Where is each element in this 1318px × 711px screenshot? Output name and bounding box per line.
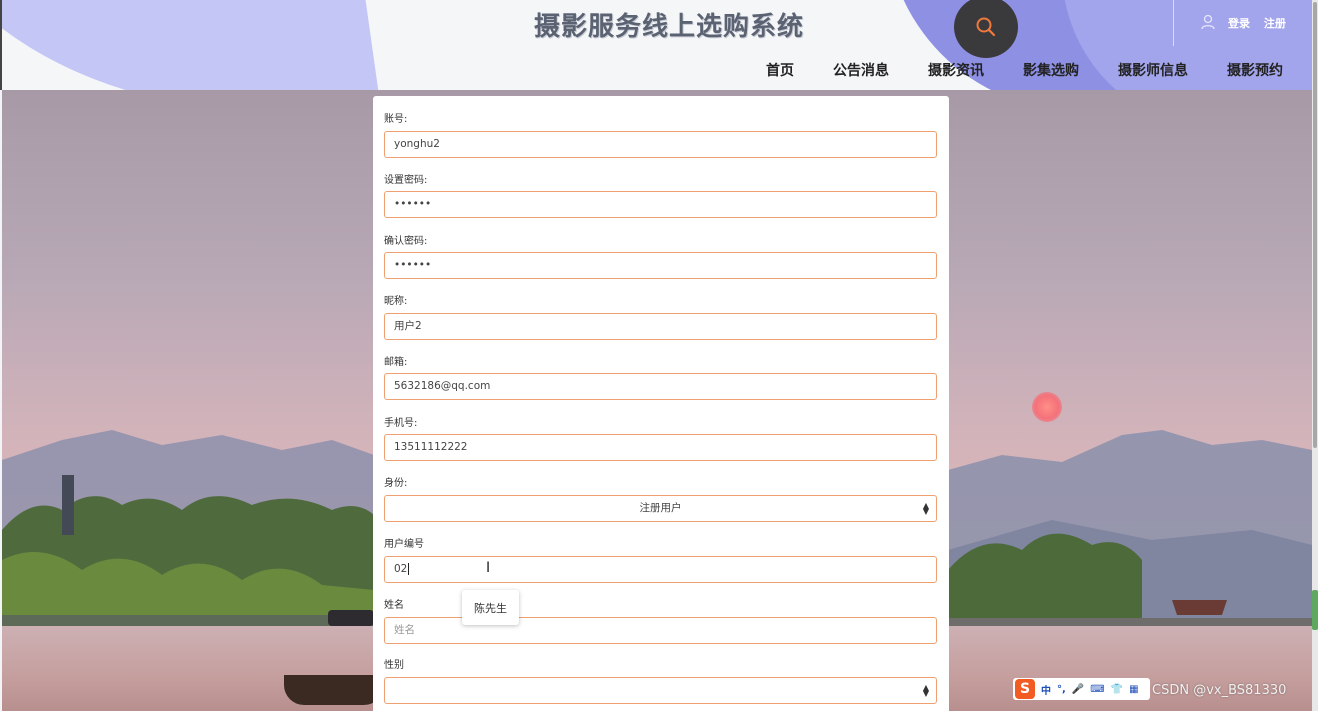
ime-microphone-icon[interactable]: 🎤 [1072, 684, 1084, 695]
email-input[interactable]: 5632186@qq.com [384, 373, 937, 400]
password-label: 设置密码: [384, 175, 428, 186]
ime-toolbox-icon[interactable]: ▦ [1129, 684, 1138, 695]
autocomplete-suggestion[interactable]: 陈先生 [462, 590, 519, 625]
role-select[interactable]: 注册用户 ▲ ▼ [384, 495, 937, 522]
nav-item-albums[interactable]: 影集选购 [1023, 60, 1079, 80]
nickname-label: 昵称: [384, 296, 408, 307]
user-number-label: 用户编号 [384, 539, 424, 550]
confirm-password-input[interactable]: •••••• [384, 252, 937, 279]
select-updown-icon: ▲ ▼ [922, 501, 929, 516]
header-divider [1173, 0, 1174, 46]
site-title: 摄影服务线上选购系统 [534, 12, 805, 42]
text-caret [408, 563, 410, 575]
ime-chinese-mode[interactable]: 中 [1041, 682, 1051, 697]
nav-item-announcements[interactable]: 公告消息 [833, 60, 889, 80]
role-select-value: 注册用户 [639, 502, 682, 514]
ime-punctuation-icon[interactable]: °, [1057, 684, 1066, 695]
scrollbar-marker [1312, 590, 1318, 630]
nav-item-booking[interactable]: 摄影预约 [1227, 60, 1283, 80]
gender-select[interactable]: ▲ ▼ [384, 677, 937, 704]
ime-keyboard-icon[interactable]: ⌨ [1090, 684, 1104, 695]
password-input[interactable]: •••••• [384, 191, 937, 218]
nav-item-photographers[interactable]: 摄影师信息 [1118, 60, 1188, 80]
select-updown-icon: ▲ ▼ [922, 683, 929, 698]
nickname-input[interactable]: 用户2 [384, 313, 937, 340]
account-label: 账号: [384, 114, 408, 125]
gender-label: 性别 [384, 660, 404, 671]
main-nav: 首页 公告消息 摄影资讯 影集选购 摄影师信息 摄影预约 [766, 60, 1283, 80]
user-number-input[interactable]: 02 [384, 556, 937, 583]
user-number-value: 02 [394, 563, 408, 575]
page-scrollbar[interactable] [1312, 0, 1318, 711]
nav-item-home[interactable]: 首页 [766, 60, 794, 80]
sogou-logo-icon: S [1015, 679, 1035, 699]
phone-input[interactable]: 13511112222 [384, 434, 937, 461]
ime-skin-icon[interactable]: 👕 [1111, 684, 1123, 695]
role-label: 身份: [384, 478, 408, 489]
account-input[interactable]: yonghu2 [384, 131, 937, 158]
email-label: 邮箱: [384, 357, 408, 368]
phone-label: 手机号: [384, 418, 418, 429]
scrollbar-thumb[interactable] [1313, 2, 1317, 448]
nav-item-news[interactable]: 摄影资讯 [928, 60, 984, 80]
user-icon [1201, 14, 1215, 30]
boat-roof [328, 610, 374, 626]
site-header: 摄影服务线上选购系统 登录 注册 首页 公告消息 摄影资讯 影集选购 摄影师信息… [0, 0, 1318, 90]
confirm-password-label: 确认密码: [384, 236, 428, 247]
register-link[interactable]: 注册 [1264, 17, 1286, 30]
ime-toolbar[interactable]: S 中 °, 🎤 ⌨ 👕 ▦ [1013, 678, 1150, 700]
auth-links: 登录 注册 [1228, 15, 1296, 31]
text-cursor-icon: I [486, 560, 491, 576]
name-label: 姓名 [384, 600, 404, 611]
login-link[interactable]: 登录 [1228, 17, 1250, 30]
csdn-watermark: CSDN @vx_BS81330 [1152, 683, 1287, 698]
boat [284, 675, 384, 705]
registration-form: 账号: yonghu2 设置密码: •••••• 确认密码: •••••• 昵称… [373, 96, 949, 711]
search-icon [976, 17, 996, 37]
